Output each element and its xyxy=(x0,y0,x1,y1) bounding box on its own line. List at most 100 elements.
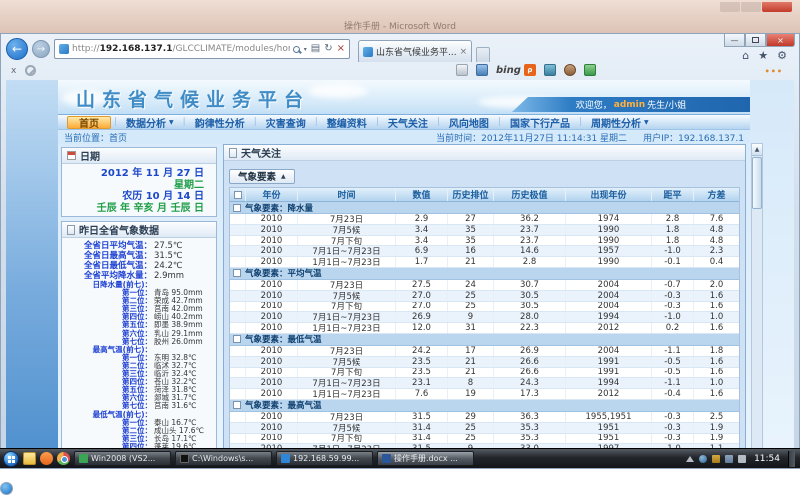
scroll-up-button[interactable]: ▲ xyxy=(752,144,762,156)
addon-card-icon[interactable] xyxy=(456,64,468,76)
taskbar-ie-icon[interactable] xyxy=(0,482,13,495)
table-cell: 1.0 xyxy=(694,312,739,322)
addon-more-button[interactable]: ••• xyxy=(765,67,783,76)
addon-share-icon[interactable] xyxy=(584,64,596,76)
forward-button[interactable]: → xyxy=(32,40,50,58)
menu-item-1[interactable]: 首页 xyxy=(67,116,111,129)
table-row[interactable]: 20107月5候31.42535.31951-0.31.9 xyxy=(230,423,739,434)
table-cell: 25 xyxy=(448,291,494,301)
show-desktop-button[interactable] xyxy=(788,451,795,467)
group-checkbox[interactable] xyxy=(233,335,241,343)
table-cell: 1月1日~7月23日 xyxy=(298,323,396,333)
table-row[interactable]: 20101月1日~7月23日1.7212.81990-0.10.4 xyxy=(230,257,739,268)
taskbar-button-2[interactable]: C:\Windows\s... xyxy=(175,451,272,466)
favorites-star-button[interactable]: ★ xyxy=(758,49,768,62)
new-tab-button[interactable] xyxy=(476,47,490,62)
refresh-button[interactable]: ↻ xyxy=(324,44,332,54)
select-all-checkbox[interactable] xyxy=(234,191,242,199)
table-cell: 35.3 xyxy=(494,434,566,444)
table-row[interactable]: 20107月1日~7月23日6.91614.61957-1.02.3 xyxy=(230,246,739,257)
taskbar-clock[interactable]: 11:54 xyxy=(754,454,780,464)
menu-item-6[interactable]: 天气关注 xyxy=(379,115,437,130)
group-row[interactable]: 气象要素：最高气温 xyxy=(230,400,739,412)
background-close-button[interactable] xyxy=(762,2,792,12)
table-row[interactable]: 20107月23日24.21726.92004-1.11.8 xyxy=(230,346,739,357)
group-checkbox[interactable] xyxy=(233,204,241,212)
table-cell: 23.1 xyxy=(396,378,448,388)
menu-item-9[interactable]: 周期性分析▼ xyxy=(582,115,658,130)
addon-close-button[interactable]: x xyxy=(11,66,16,76)
group-row[interactable]: 气象要素：降水量 xyxy=(230,202,739,214)
group-checkbox[interactable] xyxy=(233,269,241,277)
group-checkbox[interactable] xyxy=(233,401,241,409)
taskbar-button-4[interactable]: 操作手册.docx ... xyxy=(377,451,474,466)
addon-photo-icon[interactable] xyxy=(544,64,556,76)
tab-close-button[interactable]: × xyxy=(460,47,468,57)
bing-logo[interactable]: bingρ xyxy=(496,64,536,76)
taskbar-chrome-icon[interactable] xyxy=(57,452,70,465)
tray-network-icon[interactable] xyxy=(725,455,733,463)
table-row[interactable]: 20107月1日~7月23日23.1824.31994-1.11.0 xyxy=(230,378,739,389)
row-indent-cell xyxy=(230,346,246,356)
addon-mail-icon[interactable] xyxy=(476,64,488,76)
menu-item-8[interactable]: 国家下行产品 xyxy=(501,115,579,130)
group-row[interactable]: 气象要素：平均气温 xyxy=(230,268,739,280)
table-row[interactable]: 20101月1日~7月23日7.61917.32012-0.41.6 xyxy=(230,389,739,400)
close-button[interactable]: × xyxy=(766,34,795,47)
tray-volume-icon[interactable] xyxy=(738,455,746,463)
table-cell: 23.7 xyxy=(494,236,566,246)
table-row[interactable]: 20107月下旬27.02530.52004-0.31.6 xyxy=(230,302,739,313)
tray-action-center-icon[interactable] xyxy=(712,455,720,463)
minimize-button[interactable]: — xyxy=(724,34,745,47)
search-icon[interactable] xyxy=(293,46,300,53)
group-row[interactable]: 气象要素：最低气温 xyxy=(230,334,739,346)
scroll-thumb[interactable] xyxy=(752,157,762,209)
background-minimize-button[interactable] xyxy=(720,2,740,12)
menu-item-5[interactable]: 整编资料 xyxy=(318,115,376,130)
addon-palette-icon[interactable] xyxy=(564,64,576,76)
table-row[interactable]: 20107月23日27.52430.72004-0.72.0 xyxy=(230,280,739,291)
menu-item-2[interactable]: 数据分析▼ xyxy=(117,115,183,130)
menu-item-7[interactable]: 风向地图 xyxy=(440,115,498,130)
table-row[interactable]: 20101月1日~7月23日12.03122.320120.21.6 xyxy=(230,323,739,334)
table-cell: 2010 xyxy=(246,357,298,367)
table-row[interactable]: 20107月下旬31.42535.31951-0.31.9 xyxy=(230,434,739,445)
table-row[interactable]: 20107月1日~7月23日26.9928.01994-1.01.0 xyxy=(230,312,739,323)
table-cell: 7月下旬 xyxy=(298,236,396,246)
table-row[interactable]: 20107月23日31.52936.31955,1951-0.32.5 xyxy=(230,412,739,423)
taskbar-media-icon[interactable] xyxy=(40,452,53,465)
address-bar[interactable]: http://192.168.137.1/GLCCLIMATE/modules/… xyxy=(54,39,350,59)
taskbar-explorer-icon[interactable] xyxy=(23,452,36,465)
element-filter-button[interactable]: 气象要素 ▲ xyxy=(229,169,295,184)
background-window[interactable]: 操作手册 - Microsoft Word xyxy=(0,0,800,33)
start-button[interactable] xyxy=(3,451,19,467)
table-cell: 27 xyxy=(448,214,494,224)
browser-tab[interactable]: 山东省气候业务平... × xyxy=(358,40,472,62)
blocked-content-icon[interactable] xyxy=(25,65,36,76)
table-row[interactable]: 20107月5候27.02530.52004-0.31.6 xyxy=(230,291,739,302)
page-viewport: 山东省气候业务平台 欢迎您， admin 先生/小姐 首页|数据分析▼|韵律性分… xyxy=(6,80,794,468)
home-button[interactable]: ⌂ xyxy=(742,49,749,62)
compatibility-icon[interactable]: ▤ xyxy=(311,44,320,54)
table-cell: 36.3 xyxy=(494,412,566,422)
back-button[interactable]: ← xyxy=(6,38,28,60)
menu-item-3[interactable]: 韵律性分析 xyxy=(186,115,254,130)
stop-button[interactable]: × xyxy=(337,44,345,54)
table-row[interactable]: 20107月下旬23.52126.61991-0.51.6 xyxy=(230,368,739,379)
table-row[interactable]: 20107月23日2.92736.219742.87.6 xyxy=(230,214,739,225)
table-cell: 2.8 xyxy=(652,214,694,224)
background-maximize-button[interactable] xyxy=(741,2,761,12)
scrollbar[interactable]: ▲ xyxy=(751,143,763,468)
menu-item-4[interactable]: 灾害查询 xyxy=(257,115,315,130)
table-row[interactable]: 20107月5候3.43523.719901.84.8 xyxy=(230,225,739,236)
maximize-button[interactable] xyxy=(745,34,766,47)
tray-expand-icon[interactable] xyxy=(686,456,694,462)
taskbar-button-1[interactable]: Win2008 (VS2... xyxy=(74,451,171,466)
search-dropdown-icon[interactable]: ▾ xyxy=(304,46,307,53)
table-row[interactable]: 20107月5候23.52126.61991-0.51.6 xyxy=(230,357,739,368)
date-line: 农历 10 月 14 日 xyxy=(62,191,204,203)
tray-network-globe-icon[interactable] xyxy=(699,455,707,463)
table-row[interactable]: 20107月下旬3.43523.719901.84.8 xyxy=(230,236,739,247)
taskbar-button-3[interactable]: 192.168.59.99... xyxy=(276,451,373,466)
tools-gear-button[interactable]: ⚙ xyxy=(777,49,787,62)
